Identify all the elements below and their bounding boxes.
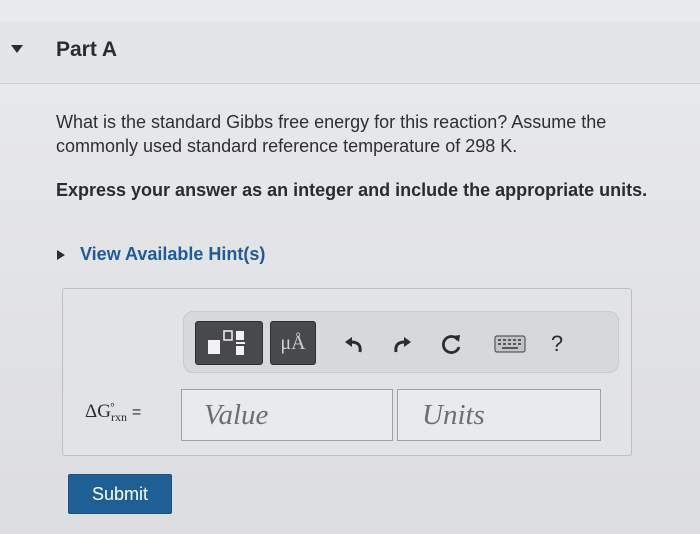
equals-sign: =	[131, 404, 142, 421]
templates-icon	[208, 330, 245, 355]
keyboard-button[interactable]	[491, 329, 529, 359]
submit-button[interactable]: Submit	[68, 474, 172, 514]
question-text: What is the standard Gibbs free energy f…	[56, 112, 607, 156]
redo-button[interactable]	[387, 329, 417, 359]
units-icon: μÅ	[280, 331, 306, 354]
math-toolbar: μÅ ?	[183, 311, 619, 373]
help-icon: ?	[550, 331, 564, 356]
reset-button[interactable]	[437, 329, 467, 359]
view-hints-label: View Available Hint(s)	[80, 244, 266, 264]
answer-box: μÅ ? ΔG rxn ∘ = Value Units	[62, 288, 632, 456]
collapse-triangle-icon[interactable]	[10, 44, 24, 54]
part-header: Part A	[0, 22, 700, 84]
templates-button[interactable]	[195, 321, 263, 365]
units-button[interactable]: μÅ	[270, 321, 316, 365]
answer-instruction: Express your answer as an integer and in…	[56, 180, 648, 200]
units-input[interactable]	[397, 389, 601, 441]
view-hints-link[interactable]: View Available Hint(s)	[56, 244, 265, 265]
help-button[interactable]: ?	[542, 329, 572, 359]
delta-g-symbol: ΔG	[85, 401, 111, 422]
keyboard-icon	[494, 335, 526, 353]
answer-label: ΔG rxn ∘ =	[85, 399, 142, 424]
submit-label: Submit	[91, 483, 149, 504]
reset-icon	[442, 335, 461, 354]
standard-state-superscript: ∘	[108, 399, 116, 411]
value-input[interactable]	[181, 389, 393, 441]
undo-icon	[345, 337, 362, 353]
undo-button[interactable]	[339, 329, 369, 359]
rxn-subscript: rxn	[110, 410, 127, 424]
redo-icon	[394, 337, 411, 353]
part-title: Part A	[56, 38, 118, 61]
expand-caret-icon	[57, 249, 65, 260]
